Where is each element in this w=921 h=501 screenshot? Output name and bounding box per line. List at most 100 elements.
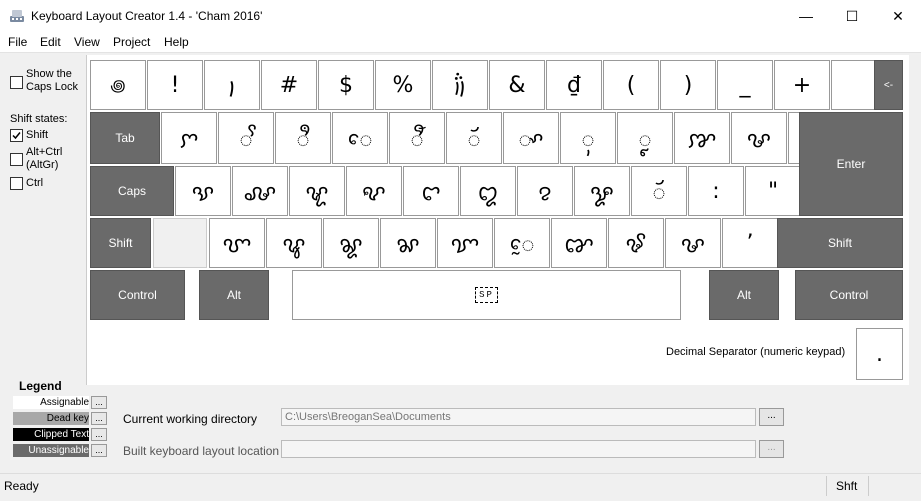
key-row2-1[interactable]: ꨆ — [161, 112, 217, 164]
ctrl-checkbox[interactable] — [10, 177, 23, 190]
key-row2-2[interactable]: ꨩ — [218, 112, 274, 164]
key-row3-6[interactable]: ꨁ — [460, 166, 516, 216]
legend-dead-key-button[interactable]: ... — [91, 412, 107, 425]
key-row1-14[interactable] — [831, 60, 877, 110]
menu-edit[interactable]: Edit — [40, 35, 61, 49]
caps-lock-label: Show the Caps Lock — [26, 68, 78, 93]
key-row2-11[interactable]: ꨔ — [731, 112, 787, 164]
altgr-checkbox[interactable] — [10, 153, 23, 166]
control-left-key[interactable]: Control — [90, 270, 185, 320]
shift-state-indicator: Shft — [836, 479, 858, 493]
shift-label: Shift — [26, 129, 49, 141]
decimal-separator-key[interactable]: . — [856, 328, 903, 380]
menu-help[interactable]: Help — [164, 35, 189, 49]
status-divider — [826, 476, 827, 496]
key-row1-9[interactable]: ₫ — [546, 60, 602, 110]
key-row3-11[interactable]: " — [745, 166, 801, 216]
key-row1-6[interactable]: % — [375, 60, 431, 110]
built-location-label: Built keyboard layout location — [123, 444, 280, 458]
key-row4-1[interactable]: ꨞ — [209, 218, 265, 268]
key-row4-6[interactable]: ꨰ — [494, 218, 550, 268]
key-row3-7[interactable]: ꨂ — [517, 166, 573, 216]
key-row4-10[interactable]: ’ — [722, 218, 778, 268]
key-row1-7[interactable]: ꩞ — [432, 60, 488, 110]
key-row4-9[interactable]: ꨔ — [665, 218, 721, 268]
window-title: Keyboard Layout Creator 1.4 - 'Cham 2016… — [31, 9, 263, 23]
menu-separator — [0, 52, 921, 53]
key-row3-5[interactable]: ꨤ — [403, 166, 459, 216]
key-row2-7[interactable]: ꨳ — [503, 112, 559, 164]
legend-clipped-text-button[interactable]: ... — [91, 428, 107, 441]
key-row4-7[interactable]: ꨐ — [551, 218, 607, 268]
status-text: Ready — [4, 479, 39, 493]
key-row4-4[interactable]: ꨗ — [380, 218, 436, 268]
key-row1-13[interactable]: + — [774, 60, 830, 110]
key-row1-2[interactable]: ! — [147, 60, 203, 110]
legend-assignable: Assignable — [13, 396, 89, 409]
minimize-icon: — — [799, 8, 813, 24]
status-divider — [868, 476, 869, 496]
maximize-icon: ☐ — [845, 7, 859, 24]
legend-dead-key: Dead key — [13, 412, 89, 425]
alt-right-key[interactable]: Alt — [709, 270, 779, 320]
caps-lock-checkbox[interactable] — [10, 76, 23, 89]
status-bar: Ready Shft — [0, 473, 921, 498]
close-button[interactable]: ✕ — [875, 0, 921, 32]
key-row3-10[interactable]: : — [688, 166, 744, 216]
shift-states-label: Shift states: — [10, 113, 68, 125]
cwd-label: Current working directory — [123, 412, 258, 426]
tab-key[interactable]: Tab — [90, 112, 160, 164]
backspace-key[interactable]: <- — [874, 60, 903, 110]
menu-view[interactable]: View — [74, 35, 100, 49]
key-row1-10[interactable]: ( — [603, 60, 659, 110]
key-row4-2[interactable]: ꨥ — [266, 218, 322, 268]
key-row3-1[interactable]: ꨕ — [175, 166, 231, 216]
title-bar: Keyboard Layout Creator 1.4 - 'Cham 2016… — [0, 0, 921, 32]
cwd-browse-button[interactable]: ... — [759, 408, 784, 426]
shift-checkbox[interactable] — [10, 129, 23, 142]
minimize-button[interactable]: — — [783, 0, 829, 32]
legend-assignable-button[interactable]: ... — [91, 396, 107, 409]
shift-right-key[interactable]: Shift — [777, 218, 903, 268]
enter-key[interactable]: Enter — [799, 112, 903, 216]
menu-project[interactable]: Project — [113, 35, 150, 49]
key-row3-2[interactable]: ꨜ — [232, 166, 288, 216]
key-row4-5[interactable]: ꨢ — [437, 218, 493, 268]
keyboard-app-icon — [10, 10, 24, 22]
alt-left-key[interactable]: Alt — [199, 270, 269, 320]
key-row2-9[interactable]: ꨵ — [617, 112, 673, 164]
key-row1-12[interactable]: _ — [717, 60, 773, 110]
oem102-key[interactable] — [153, 218, 207, 268]
key-row3-3[interactable]: ꨠ — [289, 166, 345, 216]
key-row3-8[interactable]: ꨋ — [574, 166, 630, 216]
shift-left-key[interactable]: Shift — [90, 218, 151, 268]
key-row3-9[interactable]: ꨮ — [631, 166, 687, 216]
key-row4-3[interactable]: ꨘ — [323, 218, 379, 268]
maximize-button[interactable]: ☐ — [829, 0, 875, 32]
key-row2-10[interactable]: ꨇ — [674, 112, 730, 164]
control-right-key[interactable]: Control — [795, 270, 903, 320]
legend-unassignable-button[interactable]: ... — [91, 444, 107, 457]
key-row1-5[interactable]: $ — [318, 60, 374, 110]
key-row2-6[interactable]: ꨮ — [446, 112, 502, 164]
key-row3-4[interactable]: ꨦ — [346, 166, 402, 216]
altgr-label: Alt+Ctrl (AltGr) — [26, 146, 63, 171]
key-row2-3[interactable]: ꨫ — [275, 112, 331, 164]
key-row1-3[interactable]: ꩝ — [204, 60, 260, 110]
cwd-field[interactable]: C:\Users\BreoganSea\Documents — [281, 408, 756, 426]
checkmark-icon — [12, 132, 21, 140]
key-row1-11[interactable]: ) — [660, 60, 716, 110]
legend-title: Legend — [19, 379, 62, 393]
built-location-field — [281, 440, 756, 458]
menu-file[interactable]: File — [8, 35, 27, 49]
key-row1-4[interactable]: # — [261, 60, 317, 110]
key-row2-4[interactable]: ꨯ — [332, 112, 388, 164]
caps-key[interactable]: Caps — [90, 166, 174, 216]
key-row1-1[interactable]: ꩜ — [90, 60, 146, 110]
key-row2-8[interactable]: ꨲ — [560, 112, 616, 164]
key-row1-8[interactable]: & — [489, 60, 545, 110]
key-row4-8[interactable]: ꨃ — [608, 218, 664, 268]
menu-bar: File Edit View Project Help — [0, 32, 921, 52]
key-row2-5[interactable]: ꨬ — [389, 112, 445, 164]
space-key[interactable]: SP — [292, 270, 681, 320]
